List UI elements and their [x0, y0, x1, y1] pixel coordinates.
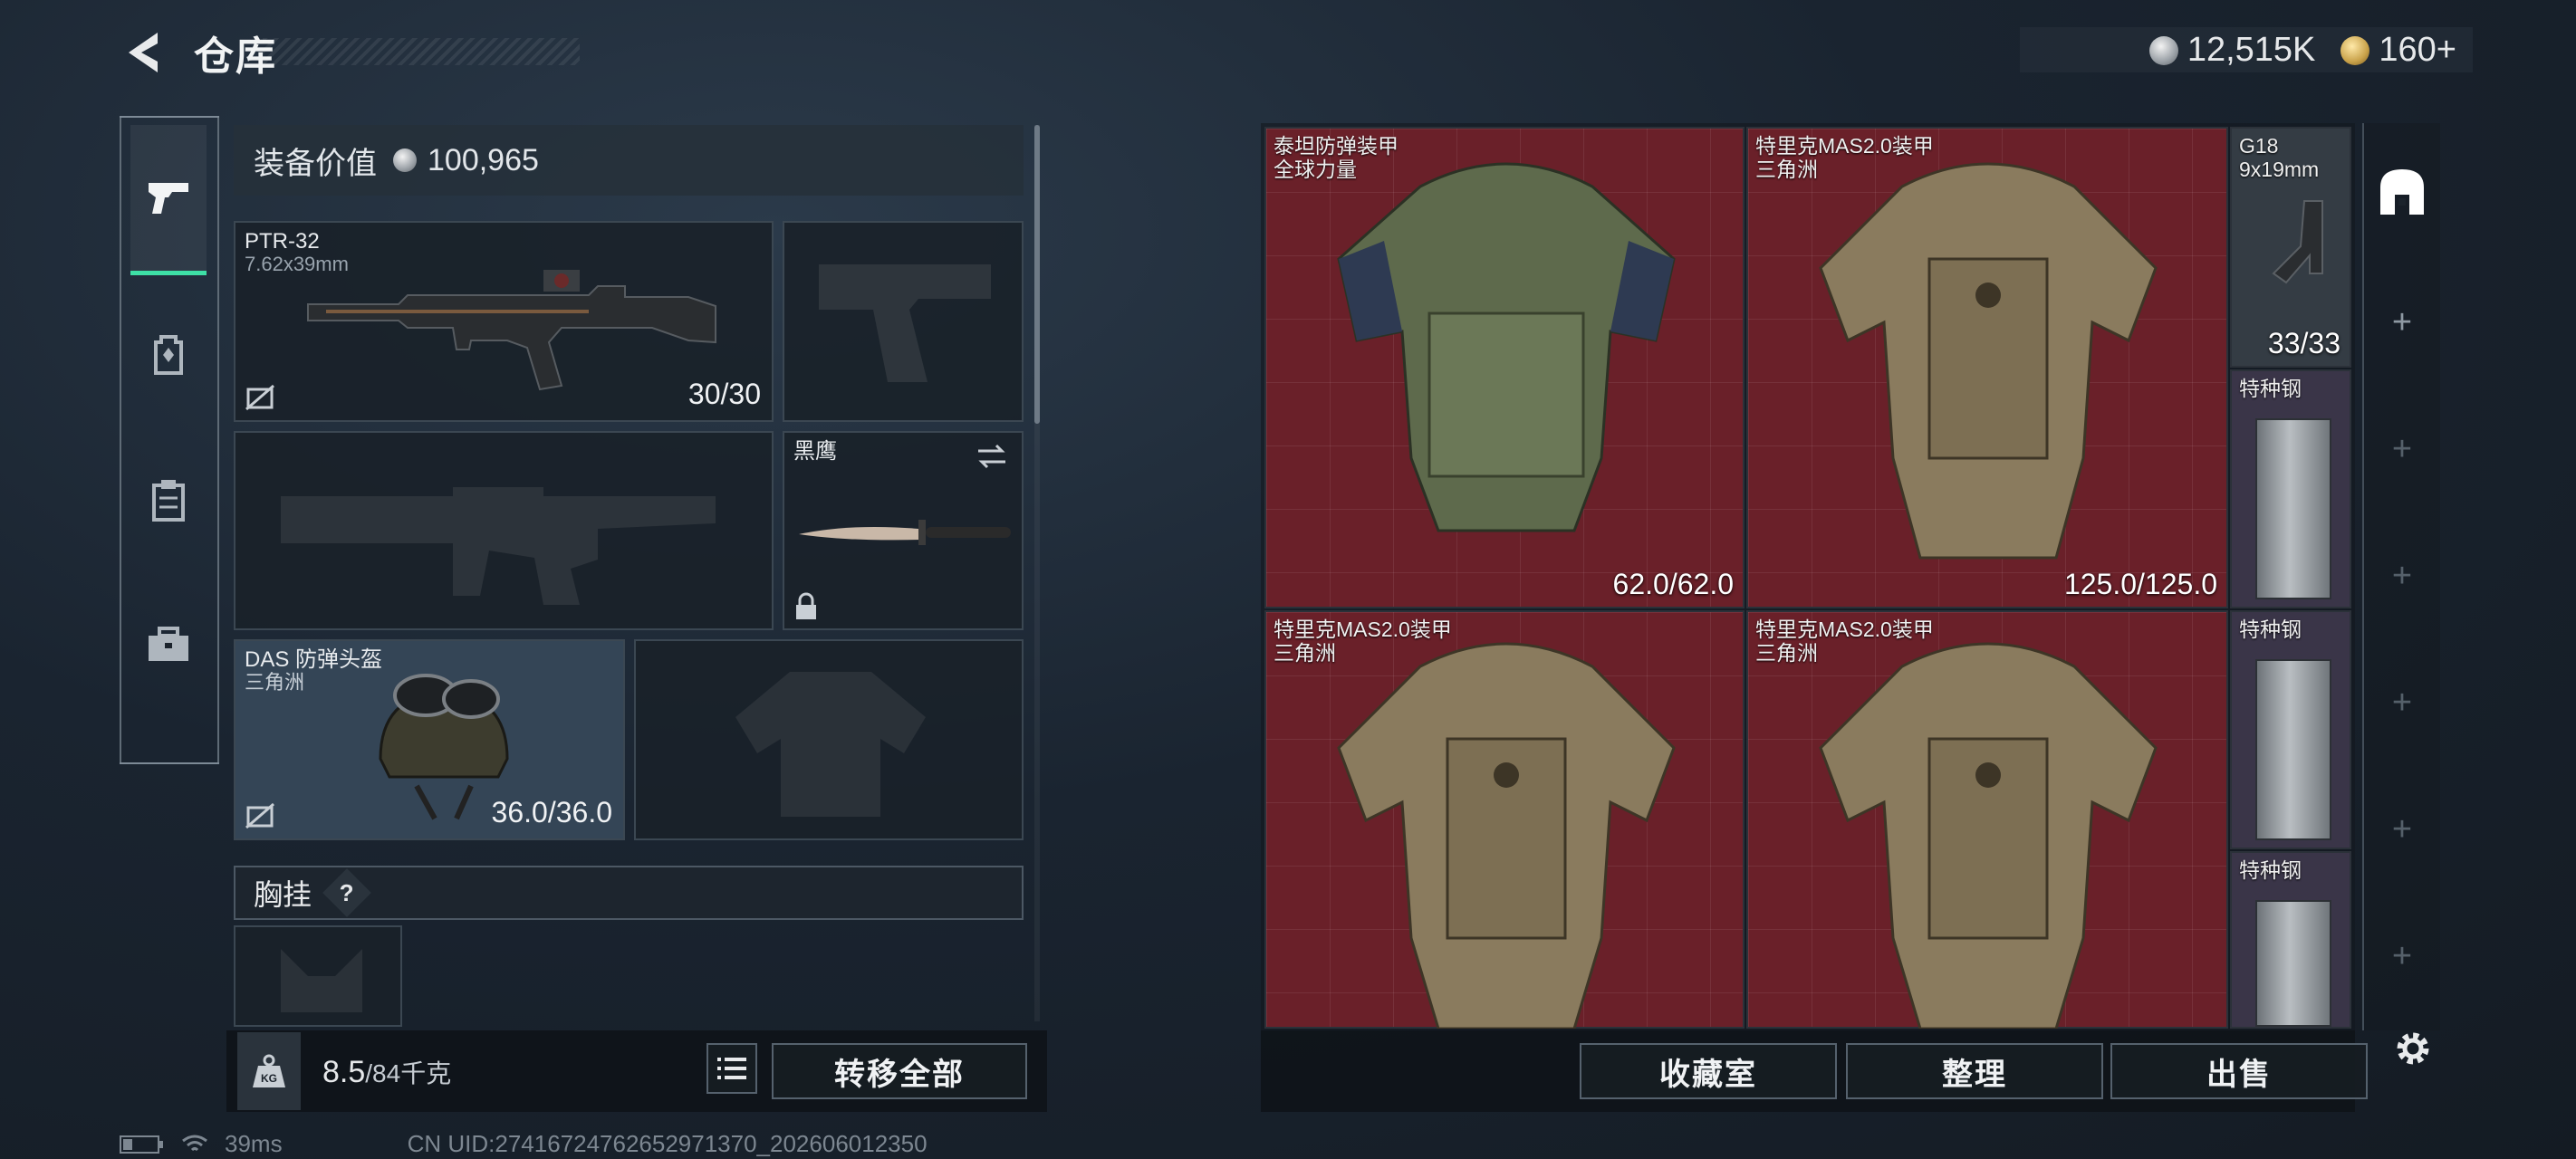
pistol-icon [149, 182, 188, 214]
storage-item[interactable]: G18 9x19mm 33/33 [2230, 127, 2351, 368]
storage-item[interactable]: 特里克MAS2.0装甲 三角洲 [1264, 610, 1745, 1029]
transfer-all-button[interactable]: 转移全部 [772, 1043, 1027, 1099]
helmet-slot[interactable]: DAS 防弹头盔 三角洲 36.0/36.0 [234, 639, 625, 840]
ping-text: 39ms [225, 1130, 283, 1157]
storage-tab-home[interactable] [2364, 123, 2440, 259]
uid-text: CN UID:27416724762652971370_202606012350 [407, 1130, 928, 1157]
silver-coin-icon [393, 148, 417, 172]
toolbox-icon [149, 627, 188, 661]
equipment-scroll-thumb[interactable] [1034, 125, 1040, 424]
rifle-image [307, 270, 716, 391]
warehouse-icon [2380, 169, 2424, 215]
mas-armor-image [1337, 642, 1676, 1029]
weapon-ammo: 30/30 [687, 378, 761, 410]
weight-max: /84千克 [365, 1059, 452, 1087]
equipment-value: 100,965 [428, 142, 539, 177]
storage-item[interactable]: 特种钢 [2230, 369, 2351, 608]
special-steel-image [2255, 659, 2331, 840]
body-armor-slot[interactable] [634, 639, 1024, 840]
item-name: 特种钢 [2239, 377, 2302, 400]
storage-item[interactable]: 特种钢 [2230, 851, 2351, 1029]
rifle-silhouette-icon [281, 487, 716, 605]
currency-bar: 12,515K 160+ [2020, 27, 2473, 72]
pistol-silhouette-icon [819, 264, 991, 382]
gear-icon [2397, 1032, 2429, 1065]
special-steel-image [2255, 900, 2331, 1027]
mas-armor-image [1819, 162, 2158, 560]
item-durability: 125.0/125.0 [2063, 568, 2217, 600]
armor-silhouette-icon [735, 672, 926, 817]
chest-rig-silhouette-icon [281, 949, 362, 1012]
item-durability: 62.0/62.0 [1612, 568, 1734, 600]
clipboard-icon [152, 480, 185, 522]
storage-item[interactable]: 泰坦防弹装甲 全球力量 62.0/62.0 [1264, 127, 1745, 608]
special-steel-image [2255, 418, 2331, 599]
rail-item-toolbox[interactable] [130, 572, 207, 717]
chest-rig-label: 胸挂 [254, 878, 312, 911]
rail-buttons [130, 125, 207, 717]
weight-badge: KG [237, 1032, 301, 1110]
mas-armor-image [1819, 642, 2158, 1029]
add-container-button[interactable]: + [2364, 386, 2440, 512]
list-icon [717, 1058, 746, 1079]
back-arrow-icon [129, 33, 158, 72]
add-container-button[interactable]: + [2364, 512, 2440, 639]
silver-currency[interactable]: 12,515K [2148, 31, 2315, 70]
status-footer: 39ms CN UID:27416724762652971370_2026060… [120, 1130, 928, 1158]
equipment-value-bar: 装备价值 100,965 [234, 125, 1024, 196]
melee-slot[interactable]: 黑鹰 [783, 431, 1024, 630]
primary-weapon-slot[interactable]: PTR-32 7.62x39mm 30/30 [234, 221, 774, 422]
helmet-brand: 三角洲 [245, 671, 305, 694]
title-decoration [263, 38, 580, 65]
no-insure-icon [245, 384, 274, 411]
helmet-durability: 36.0/36.0 [491, 796, 612, 829]
list-view-button[interactable] [706, 1043, 757, 1094]
equipment-value-label: 装备价值 [254, 146, 377, 181]
storage-item[interactable]: 特种钢 [2230, 610, 2351, 849]
wifi-icon [182, 1135, 207, 1151]
container-rail: + + + + + + [2362, 123, 2440, 1030]
svg-text:KG: KG [261, 1072, 277, 1085]
secondary-weapon-slot[interactable] [783, 221, 1024, 422]
add-container-button[interactable]: + [2364, 259, 2440, 386]
melee-name: 黑鹰 [793, 439, 837, 464]
item-name: 特种钢 [2239, 858, 2302, 882]
swap-icon[interactable] [975, 442, 1009, 471]
add-container-button[interactable]: + [2364, 639, 2440, 766]
silver-coin-icon [2148, 36, 2178, 66]
chest-rig-slot[interactable] [234, 925, 402, 1027]
sell-button[interactable]: 出售 [2110, 1043, 2368, 1099]
weight-current: 8.5 [322, 1055, 366, 1089]
item-name: 特种钢 [2239, 618, 2302, 641]
weight-icon: KG [253, 1054, 285, 1087]
gold-coin-icon [2341, 36, 2370, 66]
lock-icon [796, 592, 816, 619]
backpack-icon [154, 335, 183, 375]
storage-item[interactable]: 特里克MAS2.0装甲 三角洲 [1746, 610, 2228, 1029]
g18-pistol-image [2272, 200, 2323, 284]
rail-item-backpack[interactable] [130, 283, 207, 427]
knife-image [799, 520, 1011, 545]
rail-bottom-line [120, 762, 219, 764]
weight-readout: 8.5/84千克 [322, 1054, 451, 1090]
add-container-button[interactable]: + [2364, 766, 2440, 893]
settings-button[interactable] [2388, 1023, 2438, 1074]
chest-rig-header: 胸挂 ? [234, 866, 1024, 920]
rail-top-line [120, 116, 219, 118]
titan-armor-image [1337, 162, 1676, 532]
collection-room-button[interactable]: 收藏室 [1580, 1043, 1837, 1099]
gold-currency[interactable]: 160+ [2341, 31, 2456, 70]
rail-item-clipboard[interactable] [130, 427, 207, 572]
battery-icon [120, 1135, 163, 1154]
storage-item[interactable]: 特里克MAS2.0装甲 三角洲 125.0/125.0 [1746, 127, 2228, 608]
item-durability: 33/33 [2267, 327, 2341, 359]
rail-item-weapons[interactable] [130, 125, 207, 275]
help-button[interactable]: ? [322, 868, 371, 917]
no-insure-icon [245, 802, 274, 829]
item-name: G18 9x19mm [2239, 134, 2320, 181]
add-container-button[interactable]: + [2364, 893, 2440, 1020]
sort-button[interactable]: 整理 [1846, 1043, 2103, 1099]
back-button[interactable] [118, 25, 167, 80]
secondary-rifle-slot[interactable] [234, 431, 774, 630]
